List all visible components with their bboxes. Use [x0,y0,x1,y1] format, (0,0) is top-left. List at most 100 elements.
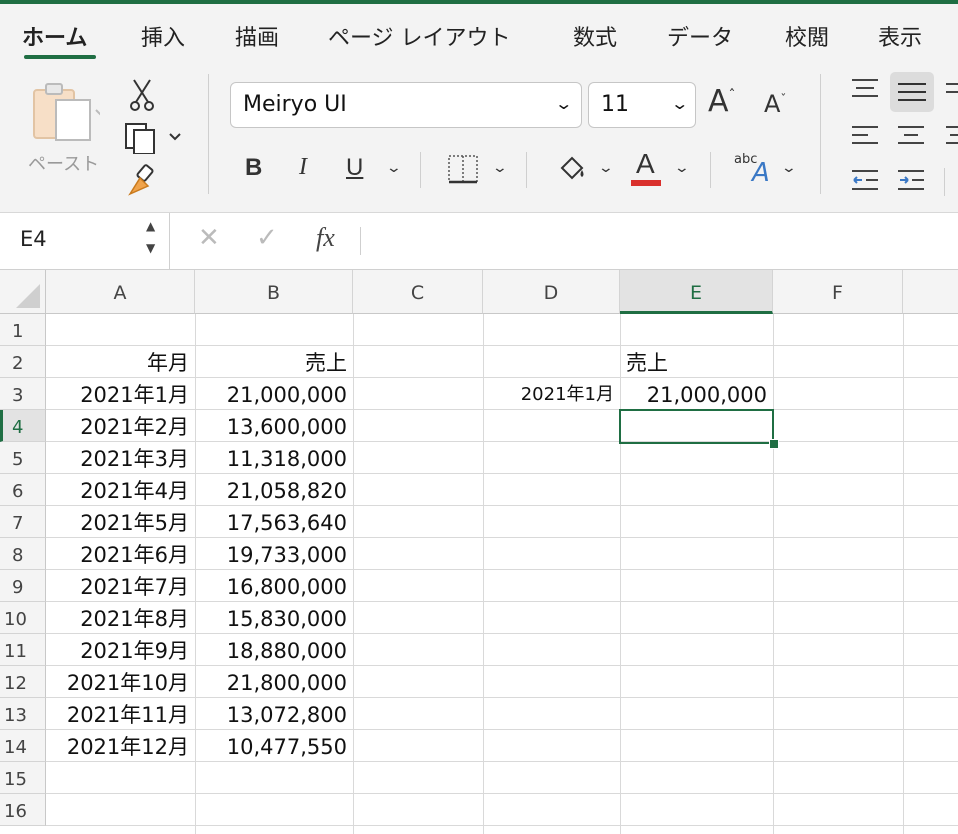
row-header-15[interactable]: 15 [0,762,46,794]
cell-b7[interactable]: 17,563,640 [195,506,353,538]
font-size-select[interactable]: 11 ⌄ [588,82,696,128]
cell-a13[interactable]: 2021年11月 [46,698,195,730]
cell-a2[interactable]: 年月 [46,346,195,378]
row-header-11[interactable]: 11 [0,634,46,666]
row-header-12[interactable]: 12 [0,666,46,698]
cell-a11[interactable]: 2021年9月 [46,634,195,666]
cell-b8[interactable]: 19,733,000 [195,538,353,570]
fill-color-button[interactable] [556,154,590,186]
align-center-icon[interactable] [896,124,926,150]
cell-a12[interactable]: 2021年10月 [46,666,195,698]
cell-a10[interactable]: 2021年8月 [46,602,195,634]
chevron-down-icon[interactable]: ⌄ [598,160,614,176]
copy-button[interactable] [124,120,186,155]
align-left-icon[interactable] [850,124,880,150]
cell-b13[interactable]: 13,072,800 [195,698,353,730]
column-header-a[interactable]: A [46,270,195,314]
increase-font-size-icon[interactable]: Aˆ [708,84,736,119]
row-header-2[interactable]: 2 [0,346,46,378]
cell-d3[interactable]: 2021年1月 [483,378,620,410]
decrease-indent-icon[interactable] [850,168,880,194]
chevron-down-icon[interactable]: ⌄ [492,160,508,176]
format-painter-button[interactable] [126,164,160,198]
font-name-select[interactable]: Meiryo UI ⌄ [230,82,582,128]
fill-handle[interactable] [769,439,779,449]
down-arrow-icon[interactable]: ▼ [146,241,155,255]
name-box[interactable]: E4 ▲ ▼ [0,213,170,269]
cell-a14[interactable]: 2021年12月 [46,730,195,762]
row-header-5[interactable]: 5 [0,442,46,474]
row-header-9[interactable]: 9 [0,570,46,602]
row-header-3[interactable]: 3 [0,378,46,410]
borders-button[interactable] [447,152,481,186]
row-header-4[interactable]: 4 [0,410,46,442]
column-header-f[interactable]: F [773,270,903,314]
row-header-8[interactable]: 8 [0,538,46,570]
column-header-e[interactable]: E [620,270,773,314]
cell-b10[interactable]: 15,830,000 [195,602,353,634]
cell-a9[interactable]: 2021年7月 [46,570,195,602]
tab-formulas[interactable]: 数式 [573,20,617,52]
cell-a6[interactable]: 2021年4月 [46,474,195,506]
cell-b4[interactable]: 13,600,000 [195,410,353,442]
cell-a3[interactable]: 2021年1月 [46,378,195,410]
cell-e2[interactable]: 売上 [620,346,773,378]
chevron-down-icon[interactable]: ⌄ [674,160,690,176]
row-header-6[interactable]: 6 [0,474,46,506]
column-header-b[interactable]: B [195,270,353,314]
phonetic-button[interactable]: abc A [734,152,774,188]
column-header-g[interactable] [903,270,958,314]
bold-icon[interactable]: B [245,154,262,182]
align-middle-button[interactable] [890,72,934,112]
ribbon-separator [820,74,821,194]
row-header-16[interactable]: 16 [0,794,46,826]
up-arrow-icon[interactable]: ▲ [146,219,155,233]
cell-b5[interactable]: 11,318,000 [195,442,353,474]
tab-view[interactable]: 表示 [878,20,922,52]
cell-a4[interactable]: 2021年2月 [46,410,195,442]
chevron-down-icon[interactable]: ⌄ [781,160,797,176]
cell-b14[interactable]: 10,477,550 [195,730,353,762]
cut-button[interactable] [128,78,156,112]
select-all-button[interactable] [0,270,46,314]
tab-home[interactable]: ホーム [22,20,87,52]
row-header-14[interactable]: 14 [0,730,46,762]
cell-a8[interactable]: 2021年6月 [46,538,195,570]
cell-a7[interactable]: 2021年5月 [46,506,195,538]
row-header-10[interactable]: 10 [0,602,46,634]
cell-b9[interactable]: 16,800,000 [195,570,353,602]
cell-e3[interactable]: 21,000,000 [620,378,773,410]
column-header-d[interactable]: D [483,270,620,314]
tab-draw[interactable]: 描画 [235,20,279,52]
paste-button[interactable] [30,80,105,144]
tab-page-layout[interactable]: ページ レイアウト [328,20,511,52]
row-header-7[interactable]: 7 [0,506,46,538]
cell-b11[interactable]: 18,880,000 [195,634,353,666]
chevron-down-icon: ⌄ [670,94,690,113]
underline-icon[interactable]: U [346,154,363,182]
increase-indent-icon[interactable] [896,168,926,194]
insert-function-icon[interactable]: fx [316,223,335,253]
row-header-13[interactable]: 13 [0,698,46,730]
tab-data[interactable]: データ [667,20,733,52]
paste-label: ペースト [28,154,100,175]
font-color-icon[interactable]: A [636,148,655,180]
cell-b6[interactable]: 21,058,820 [195,474,353,506]
align-top-icon[interactable] [850,78,880,100]
align-right-icon[interactable] [944,124,958,150]
enter-icon[interactable]: ✓ [256,223,278,253]
tab-insert[interactable]: 挿入 [141,20,185,52]
active-cell-e4[interactable] [619,409,774,444]
cell-a5[interactable]: 2021年3月 [46,442,195,474]
cell-b2[interactable]: 売上 [195,346,353,378]
column-header-c[interactable]: C [353,270,483,314]
cancel-icon[interactable]: ✕ [198,223,220,253]
align-bottom-icon[interactable] [944,78,958,100]
decrease-font-size-icon[interactable]: Aˇ [764,90,786,118]
cell-b12[interactable]: 21,800,000 [195,666,353,698]
cell-b3[interactable]: 21,000,000 [195,378,353,410]
row-header-1[interactable]: 1 [0,314,46,346]
chevron-down-icon[interactable]: ⌄ [386,160,402,176]
italic-icon[interactable]: I [299,154,307,181]
tab-review[interactable]: 校閲 [785,20,829,52]
